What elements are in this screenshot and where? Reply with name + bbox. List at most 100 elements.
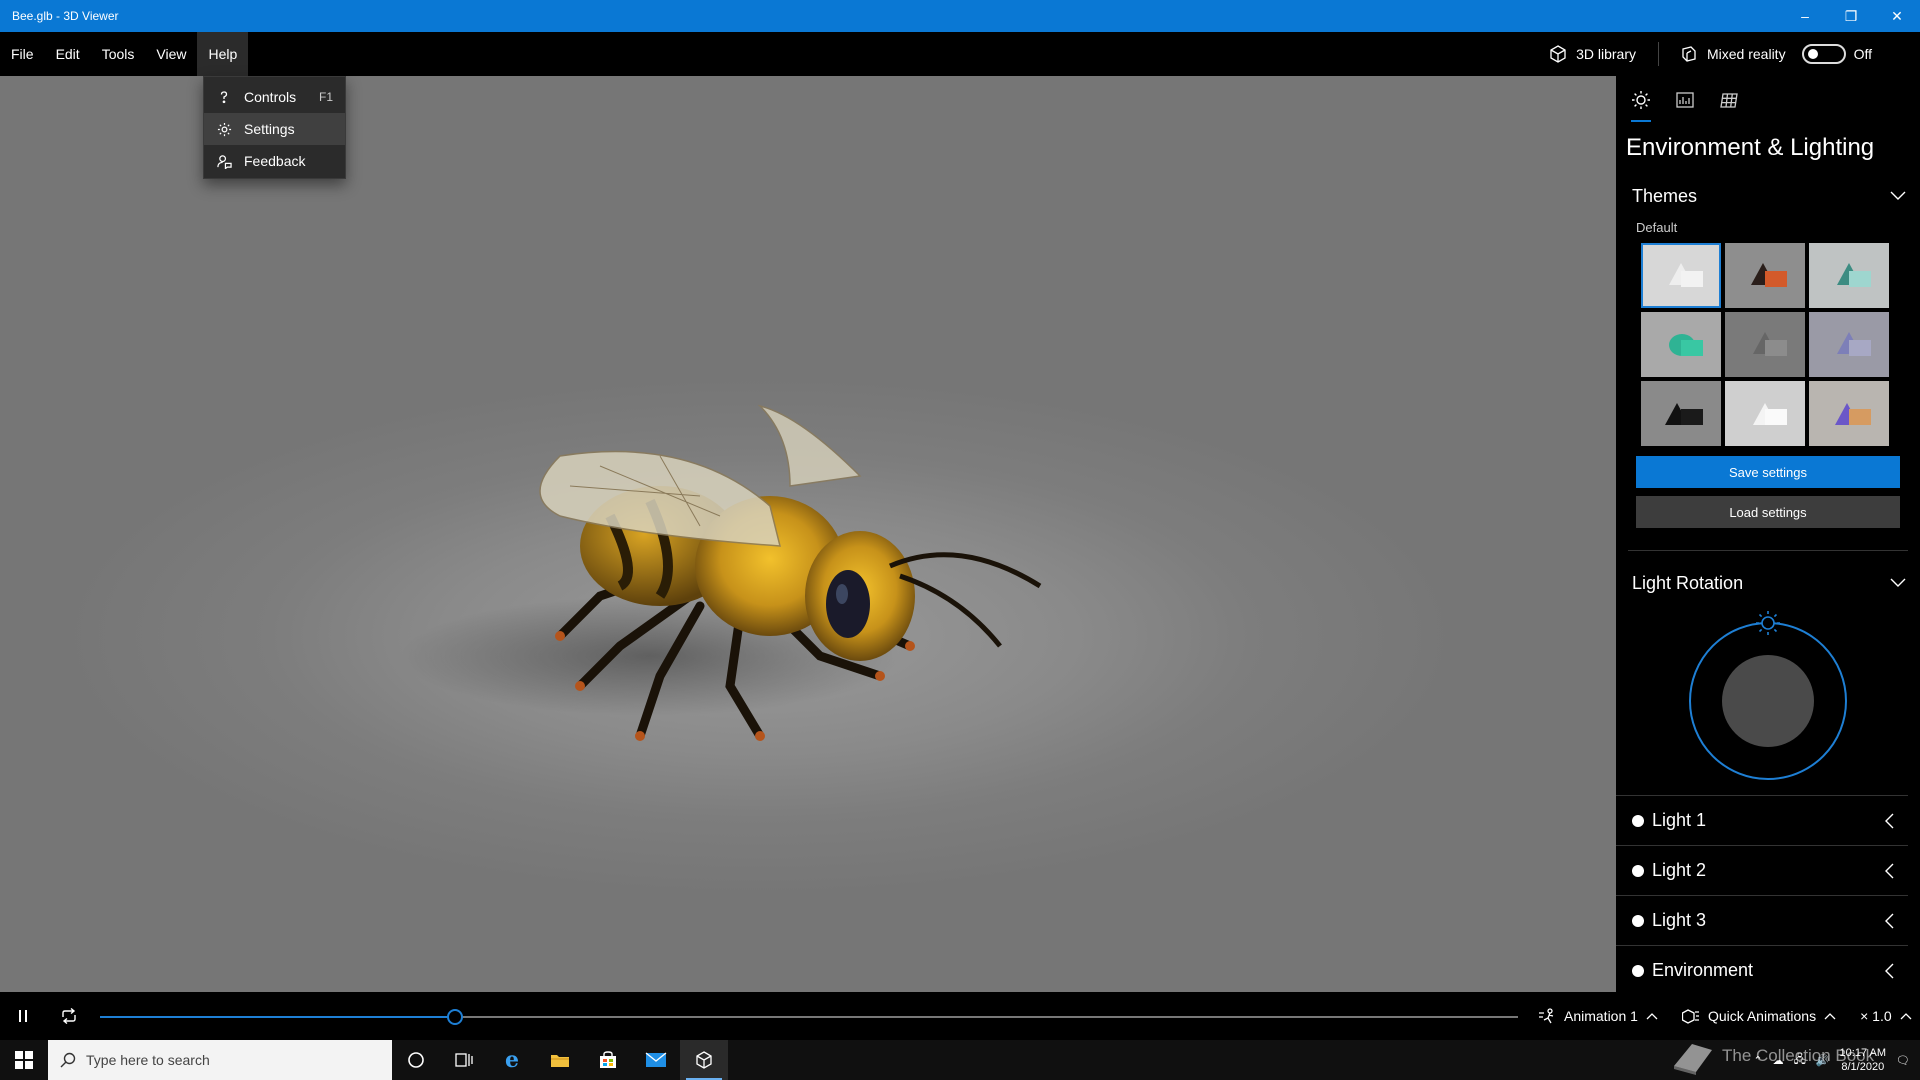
- cube-icon: [1550, 45, 1566, 63]
- section-divider: [1628, 550, 1908, 551]
- timeline-thumb[interactable]: [446, 1009, 463, 1025]
- theme-teal[interactable]: [1809, 243, 1889, 308]
- clock-date: 8/1/2020: [1841, 1061, 1885, 1073]
- task-view-button[interactable]: [440, 1040, 488, 1080]
- close-button[interactable]: ✕: [1874, 0, 1920, 32]
- panel-title: Environment & Lighting: [1626, 134, 1875, 161]
- 3d-viewport[interactable]: [0, 76, 1616, 992]
- speed-select[interactable]: × 1.0: [1852, 1008, 1920, 1024]
- onedrive-icon[interactable]: ☁: [1773, 1054, 1784, 1067]
- help-settings-item[interactable]: Settings: [204, 113, 345, 145]
- help-controls-item[interactable]: Controls F1: [204, 81, 345, 113]
- store-button[interactable]: [584, 1040, 632, 1080]
- task-view-icon: [455, 1053, 473, 1067]
- taskbar: Type here to search e ⌃ ☁ 🖧 🔊 10:17 AM 8…: [0, 1040, 1920, 1080]
- cortana-icon: [408, 1052, 424, 1068]
- menu-view[interactable]: View: [145, 32, 197, 76]
- light-rotation-dial[interactable]: [1616, 603, 1920, 783]
- light-3-color-swatch: [1632, 914, 1644, 927]
- tab-grid[interactable]: [1716, 90, 1742, 122]
- tray-expand-icon[interactable]: ⌃: [1753, 1054, 1762, 1067]
- themes-label: Themes: [1632, 185, 1698, 206]
- chevron-down-icon: [1890, 191, 1906, 200]
- loop-button[interactable]: [46, 992, 92, 1040]
- maximize-button[interactable]: ❐: [1828, 0, 1874, 32]
- menu-help[interactable]: Help: [197, 32, 249, 76]
- mixed-reality-toggle[interactable]: [1801, 44, 1846, 64]
- question-icon: [216, 90, 232, 104]
- light-3-row[interactable]: Light 3: [1616, 895, 1908, 945]
- mixed-reality-state: Off: [1853, 46, 1872, 62]
- theme-black[interactable]: [1641, 381, 1721, 446]
- taskbar-search[interactable]: Type here to search: [48, 1040, 392, 1080]
- tab-stats[interactable]: [1672, 90, 1698, 122]
- light-2-label: Light 2: [1652, 860, 1707, 880]
- animation-timeline[interactable]: [100, 992, 1518, 1040]
- chevron-left-icon: [1885, 963, 1894, 978]
- quick-animations-icon: [1681, 1009, 1699, 1024]
- tab-lighting[interactable]: [1628, 90, 1654, 122]
- themes-header[interactable]: Themes: [1616, 176, 1920, 216]
- theme-default[interactable]: [1641, 243, 1721, 308]
- light-1-color-swatch: [1632, 814, 1644, 827]
- theme-white[interactable]: [1725, 381, 1805, 446]
- help-feedback-label: Feedback: [244, 153, 306, 169]
- light-2-row[interactable]: Light 2: [1616, 845, 1908, 895]
- chevron-up-icon: [1824, 1013, 1836, 1020]
- mixed-reality-label: Mixed reality: [1706, 46, 1786, 62]
- theme-orange[interactable]: [1725, 243, 1805, 308]
- gear-icon: [216, 122, 232, 137]
- pause-button[interactable]: [0, 992, 46, 1040]
- environment-panel: Environment & Lighting Themes Default Sa…: [1616, 76, 1920, 992]
- light-1-row[interactable]: Light 1: [1616, 795, 1908, 845]
- animation-select[interactable]: Animation 1: [1530, 1008, 1666, 1024]
- themes-grid: [1616, 235, 1920, 446]
- quick-animations-select[interactable]: Quick Animations: [1674, 1008, 1844, 1024]
- file-explorer-button[interactable]: [536, 1040, 584, 1080]
- theme-gray[interactable]: [1725, 312, 1805, 377]
- mail-button[interactable]: [632, 1040, 680, 1080]
- save-settings-button[interactable]: Save settings: [1636, 456, 1900, 488]
- cortana-button[interactable]: [392, 1040, 440, 1080]
- chevron-left-icon: [1885, 913, 1894, 928]
- light-rotation-header[interactable]: Light Rotation: [1616, 563, 1920, 603]
- light-1-label: Light 1: [1652, 810, 1707, 830]
- minimize-button[interactable]: –: [1782, 0, 1828, 32]
- menu-tools[interactable]: Tools: [91, 32, 146, 76]
- 3d-library-button[interactable]: 3D library: [1526, 42, 1659, 66]
- speed-value: × 1.0: [1860, 1008, 1892, 1024]
- edge-button[interactable]: e: [488, 1040, 536, 1080]
- menu-file[interactable]: File: [0, 32, 45, 76]
- start-button[interactable]: [0, 1040, 48, 1080]
- animation-bar: Animation 1 Quick Animations × 1.0: [0, 992, 1920, 1040]
- clock[interactable]: 10:17 AM 8/1/2020: [1840, 1046, 1886, 1074]
- system-tray: ⌃ ☁ 🖧 🔊 10:17 AM 8/1/2020 🗨: [1753, 1046, 1920, 1074]
- load-settings-button[interactable]: Load settings: [1636, 496, 1900, 528]
- search-placeholder: Type here to search: [86, 1052, 210, 1068]
- help-controls-label: Controls: [244, 89, 297, 105]
- pause-icon: [19, 1010, 27, 1022]
- theme-purple-orange[interactable]: [1809, 381, 1889, 446]
- chevron-left-icon: [1885, 863, 1894, 878]
- network-icon[interactable]: 🖧: [1794, 1051, 1806, 1070]
- windows-logo-icon: [15, 1051, 33, 1069]
- clock-time: 10:17 AM: [1839, 1047, 1887, 1059]
- menu-bar: File Edit Tools View Help 3D library Mix…: [0, 32, 1920, 76]
- sun-icon: [1632, 91, 1650, 109]
- light-3-label: Light 3: [1652, 910, 1707, 930]
- volume-icon[interactable]: 🔊: [1816, 1054, 1830, 1067]
- notifications-icon[interactable]: 🗨: [1896, 1054, 1910, 1067]
- chevron-left-icon: [1885, 813, 1894, 828]
- environment-row[interactable]: Environment: [1616, 945, 1908, 992]
- window-title: Bee.glb - 3D Viewer: [12, 9, 119, 23]
- help-feedback-item[interactable]: Feedback: [204, 145, 345, 177]
- theme-lavender[interactable]: [1809, 312, 1889, 377]
- 3d-viewer-taskbar-button[interactable]: [680, 1040, 728, 1080]
- bee-model: [400, 404, 1042, 741]
- store-icon: [600, 1051, 616, 1068]
- 3d-viewer-icon: [696, 1051, 712, 1069]
- theme-green[interactable]: [1641, 312, 1721, 377]
- menu-edit[interactable]: Edit: [45, 32, 91, 76]
- 3d-library-label: 3D library: [1576, 46, 1636, 62]
- search-icon: [60, 1052, 76, 1068]
